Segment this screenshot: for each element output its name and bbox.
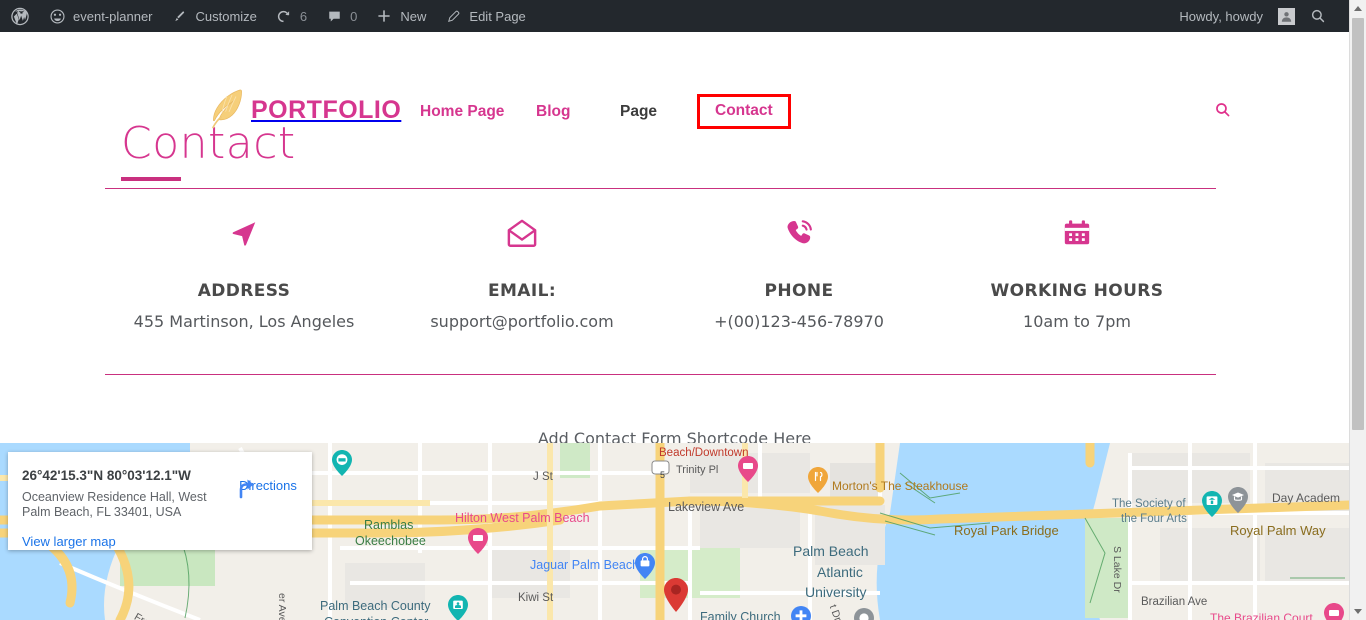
contact-info-address: ADDRESS 455 Martinson, Los Angeles xyxy=(105,212,383,331)
contact-info-phone: PHONE +(00)123-456-78970 xyxy=(660,212,938,331)
contact-info-email: EMAIL: support@portfolio.com xyxy=(383,212,661,331)
search-icon xyxy=(1309,7,1327,25)
contact-info-hours-value: 10am to 7pm xyxy=(1023,312,1131,331)
nav-item-contact[interactable]: Contact xyxy=(715,102,773,119)
page-title-accent-bar xyxy=(121,177,181,181)
admin-bar-right-group: Howdy, howdy xyxy=(1170,0,1349,32)
nav-item-page[interactable]: Page xyxy=(620,103,657,121)
map-address: Oceanview Residence Hall, West Palm Beac… xyxy=(22,490,207,519)
contact-info-working-hours: WORKING HOURS 10am to 7pm xyxy=(938,212,1216,331)
nav-item-contact-highlight: Contact xyxy=(697,94,791,129)
contact-info-phone-value: +(00)123-456-78970 xyxy=(714,312,884,331)
envelope-open-icon xyxy=(383,212,661,254)
admin-bar-item-updates[interactable]: 6 xyxy=(266,0,316,32)
scroll-up-arrow-icon[interactable] xyxy=(1350,0,1366,17)
scrollbar-thumb[interactable] xyxy=(1352,18,1364,430)
contact-info-phone-label: PHONE xyxy=(764,281,834,301)
admin-bar-new-label: New xyxy=(400,8,427,24)
wordpress-logo-button[interactable] xyxy=(0,0,39,32)
location-arrow-icon xyxy=(105,212,383,254)
map-info-card: 26°42'15.3"N 80°03'12.1"W Oceanview Resi… xyxy=(8,452,312,550)
admin-bar-comments-count: 0 xyxy=(350,8,358,24)
admin-bar-search-button[interactable] xyxy=(1295,0,1339,32)
avatar-icon xyxy=(1278,7,1295,25)
page-scrollbar[interactable] xyxy=(1349,0,1366,620)
pencil-icon xyxy=(444,7,462,25)
admin-bar-item-customize[interactable]: Customize xyxy=(162,0,266,32)
nav-item-blog[interactable]: Blog xyxy=(536,103,570,121)
site-header: PORTFOLIO Home Page Blog Page Contact xyxy=(0,32,1349,129)
phone-ring-icon xyxy=(660,212,938,254)
plus-icon xyxy=(375,7,393,25)
map-coordinates: 26°42'15.3"N 80°03'12.1"W xyxy=(22,468,191,483)
contact-info-address-label: ADDRESS xyxy=(197,281,291,301)
nav-item-home-page[interactable]: Home Page xyxy=(420,103,504,121)
admin-bar-item-new[interactable]: New xyxy=(366,0,435,32)
admin-bar-item-site-name[interactable]: event-planner xyxy=(39,0,162,32)
contact-info-hours-label: WORKING HOURS xyxy=(990,281,1164,301)
site-logo-link[interactable]: PORTFOLIO xyxy=(207,87,401,134)
admin-bar-howdy-label: Howdy, howdy xyxy=(1179,8,1263,24)
contact-info-email-value: support@portfolio.com xyxy=(430,312,614,331)
admin-bar-site-name-label: event-planner xyxy=(73,8,153,24)
admin-bar-updates-count: 6 xyxy=(299,8,308,24)
contact-info-row: ADDRESS 455 Martinson, Los Angeles EMAIL… xyxy=(105,212,1216,342)
search-icon xyxy=(1214,103,1232,123)
updates-icon xyxy=(275,7,293,25)
divider-top xyxy=(105,188,1216,189)
wp-admin-bar: event-planner Customize 6 0 New Edit Pag… xyxy=(0,0,1349,32)
admin-bar-item-comments[interactable]: 0 xyxy=(316,0,366,32)
customize-brush-icon xyxy=(171,7,189,25)
admin-bar-customize-label: Customize xyxy=(195,8,257,24)
admin-bar-my-account[interactable]: Howdy, howdy xyxy=(1170,0,1295,32)
admin-bar-item-edit-page[interactable]: Edit Page xyxy=(435,0,534,32)
admin-bar-left-group: event-planner Customize 6 0 New Edit Pag… xyxy=(0,0,535,32)
contact-info-email-label: EMAIL: xyxy=(487,281,557,301)
map-directions-button[interactable]: Directions xyxy=(233,475,303,499)
divider-bottom xyxy=(105,374,1216,375)
wordpress-icon xyxy=(11,7,29,25)
site-logo-text: PORTFOLIO xyxy=(251,96,402,124)
dashboard-icon xyxy=(48,7,66,25)
header-search-button[interactable] xyxy=(1214,101,1232,124)
view-larger-map-link[interactable]: View larger map xyxy=(22,534,116,549)
google-map[interactable]: Raymond F. Kravise…J StBeach/DowntownTri… xyxy=(0,443,1349,620)
admin-bar-edit-page-label: Edit Page xyxy=(469,8,526,24)
calendar-icon xyxy=(938,212,1216,254)
route-shield-5 xyxy=(651,460,670,475)
scroll-down-arrow-icon[interactable] xyxy=(1350,603,1366,620)
feather-quill-icon xyxy=(207,87,247,134)
contact-info-address-value: 455 Martinson, Los Angeles xyxy=(133,312,355,331)
comment-bubble-icon xyxy=(325,7,343,25)
